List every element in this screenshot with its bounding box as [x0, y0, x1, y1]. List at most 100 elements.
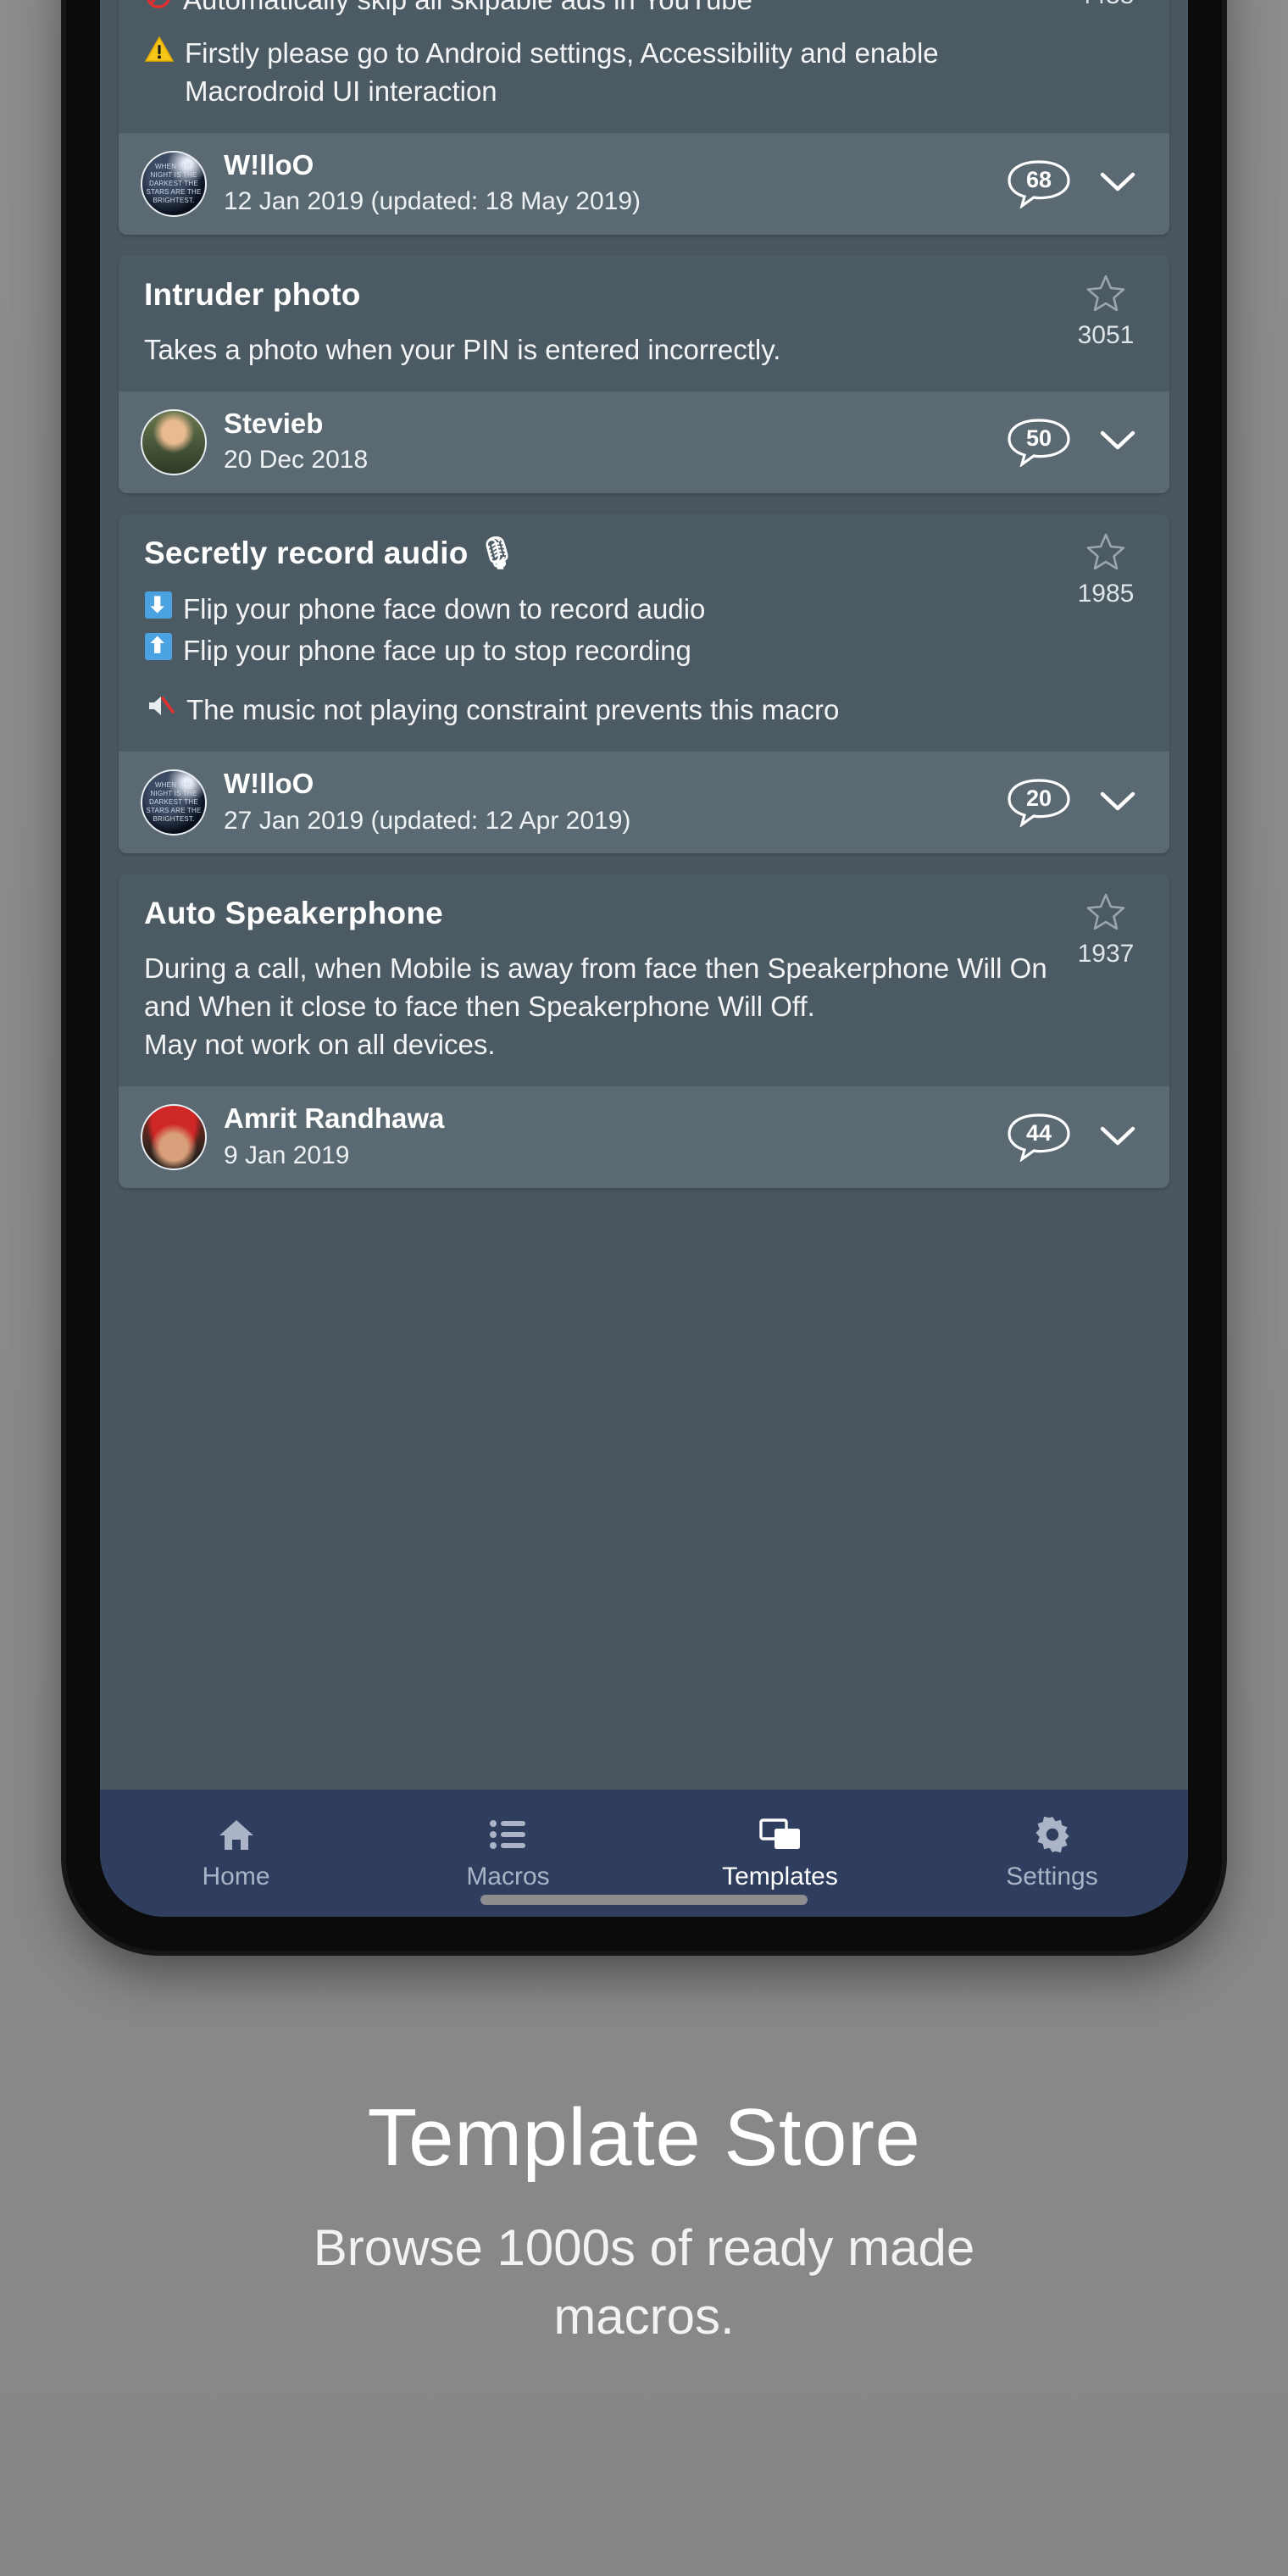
- description-text: The music not playing constraint prevent…: [186, 694, 840, 726]
- description-line: May not work on all devices.: [144, 1026, 1068, 1064]
- avatar-caption: WHEN THE NIGHT IS THE DARKEST THE STARS …: [146, 162, 202, 204]
- chevron-down-icon: [1100, 791, 1135, 811]
- avatar-caption: [142, 411, 205, 474]
- comment-count-badge[interactable]: 68: [1007, 159, 1071, 208]
- author-block: W!lloO 27 Jan 2019 (updated: 12 Apr 2019…: [224, 767, 990, 838]
- gesture-pill[interactable]: [480, 1895, 808, 1905]
- description-line: Flip your phone face up to stop recordin…: [144, 632, 1068, 670]
- template-description: Flip your phone face down to record audi…: [144, 591, 1068, 730]
- template-description: Takes a photo when your PIN is entered i…: [144, 331, 1068, 369]
- description-line: Automatically skip all skipable ads in Y…: [144, 0, 1068, 19]
- template-card-body: 3051 Intruder photo Takes a photo when y…: [119, 255, 1169, 391]
- author-name: Stevieb: [224, 407, 324, 439]
- promo-screenshot: 4438 Automatically skip all skipable ads…: [0, 0, 1288, 2576]
- prohibited-icon: [144, 0, 173, 17]
- comment-count: 44: [1025, 1120, 1052, 1146]
- expand-chevron[interactable]: [1088, 427, 1147, 457]
- comment-count: 68: [1025, 166, 1052, 192]
- author-name: W!lloO: [224, 148, 314, 180]
- template-card-footer: WHEN THE NIGHT IS THE DARKEST THE STARS …: [119, 752, 1169, 854]
- comment-count: 20: [1025, 786, 1052, 812]
- gear-icon: [1033, 1815, 1072, 1854]
- mute-icon: [144, 691, 176, 727]
- template-card-footer: Stevieb 20 Dec 2018 50: [119, 391, 1169, 493]
- gesture-bar[interactable]: [100, 1895, 1188, 1905]
- template-card-body: 4438 Automatically skip all skipable ads…: [119, 0, 1169, 133]
- chevron-down-icon: [1100, 430, 1135, 450]
- star-outline-icon: [1068, 892, 1144, 936]
- author-date: 27 Jan 2019 (updated: 12 Apr 2019): [224, 806, 631, 835]
- expand-chevron[interactable]: [1088, 788, 1147, 818]
- nav-item-settings[interactable]: Settings: [916, 1815, 1188, 1891]
- star-outline-icon: [1068, 274, 1144, 318]
- nav-item-home[interactable]: Home: [100, 1815, 372, 1891]
- template-card[interactable]: 4438 Automatically skip all skipable ads…: [119, 0, 1169, 235]
- list-icon: [489, 1815, 528, 1854]
- comment-count: 50: [1025, 425, 1052, 451]
- nav-item-macros[interactable]: Macros: [372, 1815, 644, 1891]
- rating: 1937: [1068, 892, 1144, 969]
- avatar[interactable]: WHEN THE NIGHT IS THE DARKEST THE STARS …: [141, 769, 207, 836]
- phone-frame: 4438 Automatically skip all skipable ads…: [66, 0, 1222, 1951]
- promo-caption: Template Store Browse 1000s of ready mad…: [0, 2093, 1288, 2351]
- comment-count-badge[interactable]: 50: [1007, 418, 1071, 467]
- templates-icon: [758, 1815, 802, 1854]
- expand-chevron[interactable]: [1088, 169, 1147, 198]
- description-line: Firstly please go to Android settings, A…: [144, 35, 1068, 111]
- arrow-up-icon: [144, 632, 173, 668]
- template-card[interactable]: 1937 Auto Speakerphone During a call, wh…: [119, 874, 1169, 1189]
- description-text: During a call, when Mobile is away from …: [144, 952, 1047, 1023]
- author-date: 9 Jan 2019: [224, 1141, 350, 1169]
- nav-item-templates[interactable]: Templates: [644, 1815, 916, 1891]
- template-title: Secretly record audio 🎙: [144, 535, 518, 570]
- template-card-footer: Amrit Randhawa 9 Jan 2019 44: [119, 1086, 1169, 1189]
- expand-chevron[interactable]: [1088, 1123, 1147, 1152]
- description-text: Firstly please go to Android settings, A…: [185, 36, 939, 107]
- macrodroid-app: 4438 Automatically skip all skipable ads…: [100, 0, 1188, 1917]
- template-card[interactable]: 3051 Intruder photo Takes a photo when y…: [119, 254, 1169, 493]
- avatar-caption: WHEN THE NIGHT IS THE DARKEST THE STARS …: [146, 781, 202, 824]
- template-description: During a call, when Mobile is away from …: [144, 950, 1068, 1064]
- rating-count: 1985: [1077, 579, 1135, 608]
- author-date: 20 Dec 2018: [224, 446, 369, 475]
- author-block: Stevieb 20 Dec 2018: [224, 407, 990, 478]
- comment-count-badge[interactable]: 20: [1007, 778, 1071, 828]
- nav-label-home: Home: [202, 1863, 270, 1890]
- rating: 3051: [1068, 274, 1144, 350]
- rating: 1985: [1068, 532, 1144, 608]
- avatar[interactable]: WHEN THE NIGHT IS THE DARKEST THE STARS …: [141, 150, 207, 217]
- avatar-caption: [142, 1106, 205, 1169]
- template-card[interactable]: 1985 Secretly record audio 🎙 Flip your p…: [119, 513, 1169, 854]
- author-block: Amrit Randhawa 9 Jan 2019: [224, 1102, 990, 1173]
- chevron-down-icon: [1100, 172, 1135, 192]
- template-list[interactable]: 4438 Automatically skip all skipable ads…: [100, 0, 1188, 1790]
- avatar[interactable]: [141, 1104, 207, 1171]
- description-line: The music not playing constraint prevent…: [144, 691, 1068, 730]
- rating-count: 4438: [1068, 0, 1144, 10]
- rating-count: 3051: [1077, 320, 1135, 349]
- author-date: 12 Jan 2019 (updated: 18 May 2019): [224, 187, 641, 216]
- template-card-body: 1985 Secretly record audio 🎙 Flip your p…: [119, 514, 1169, 752]
- home-icon: [217, 1815, 256, 1854]
- avatar[interactable]: [141, 408, 207, 475]
- phone-screen: 4438 Automatically skip all skipable ads…: [100, 0, 1188, 1917]
- nav-label-templates: Templates: [722, 1863, 838, 1890]
- template-title: Auto Speakerphone: [144, 896, 443, 931]
- description-line: Takes a photo when your PIN is entered i…: [144, 331, 1068, 369]
- author-block: W!lloO 12 Jan 2019 (updated: 18 May 2019…: [224, 148, 990, 219]
- arrow-down-icon: [144, 591, 173, 626]
- template-title: Intruder photo: [144, 276, 361, 312]
- comment-count-badge[interactable]: 44: [1007, 1113, 1071, 1163]
- description-text: Flip your phone face down to record audi…: [183, 592, 706, 625]
- promo-subhead: Browse 1000s of ready made macros.: [313, 2218, 975, 2345]
- author-name: W!lloO: [224, 768, 314, 800]
- author-name: Amrit Randhawa: [224, 1102, 445, 1135]
- description-text: Takes a photo when your PIN is entered i…: [144, 333, 781, 365]
- rating: 4438: [1068, 0, 1144, 10]
- template-card-footer: WHEN THE NIGHT IS THE DARKEST THE STARS …: [119, 132, 1169, 235]
- chevron-down-icon: [1100, 1126, 1135, 1145]
- description-line: During a call, when Mobile is away from …: [144, 950, 1068, 1026]
- nav-label-macros: Macros: [466, 1863, 550, 1890]
- star-outline-icon: [1068, 532, 1144, 576]
- template-description: Automatically skip all skipable ads in Y…: [144, 0, 1068, 111]
